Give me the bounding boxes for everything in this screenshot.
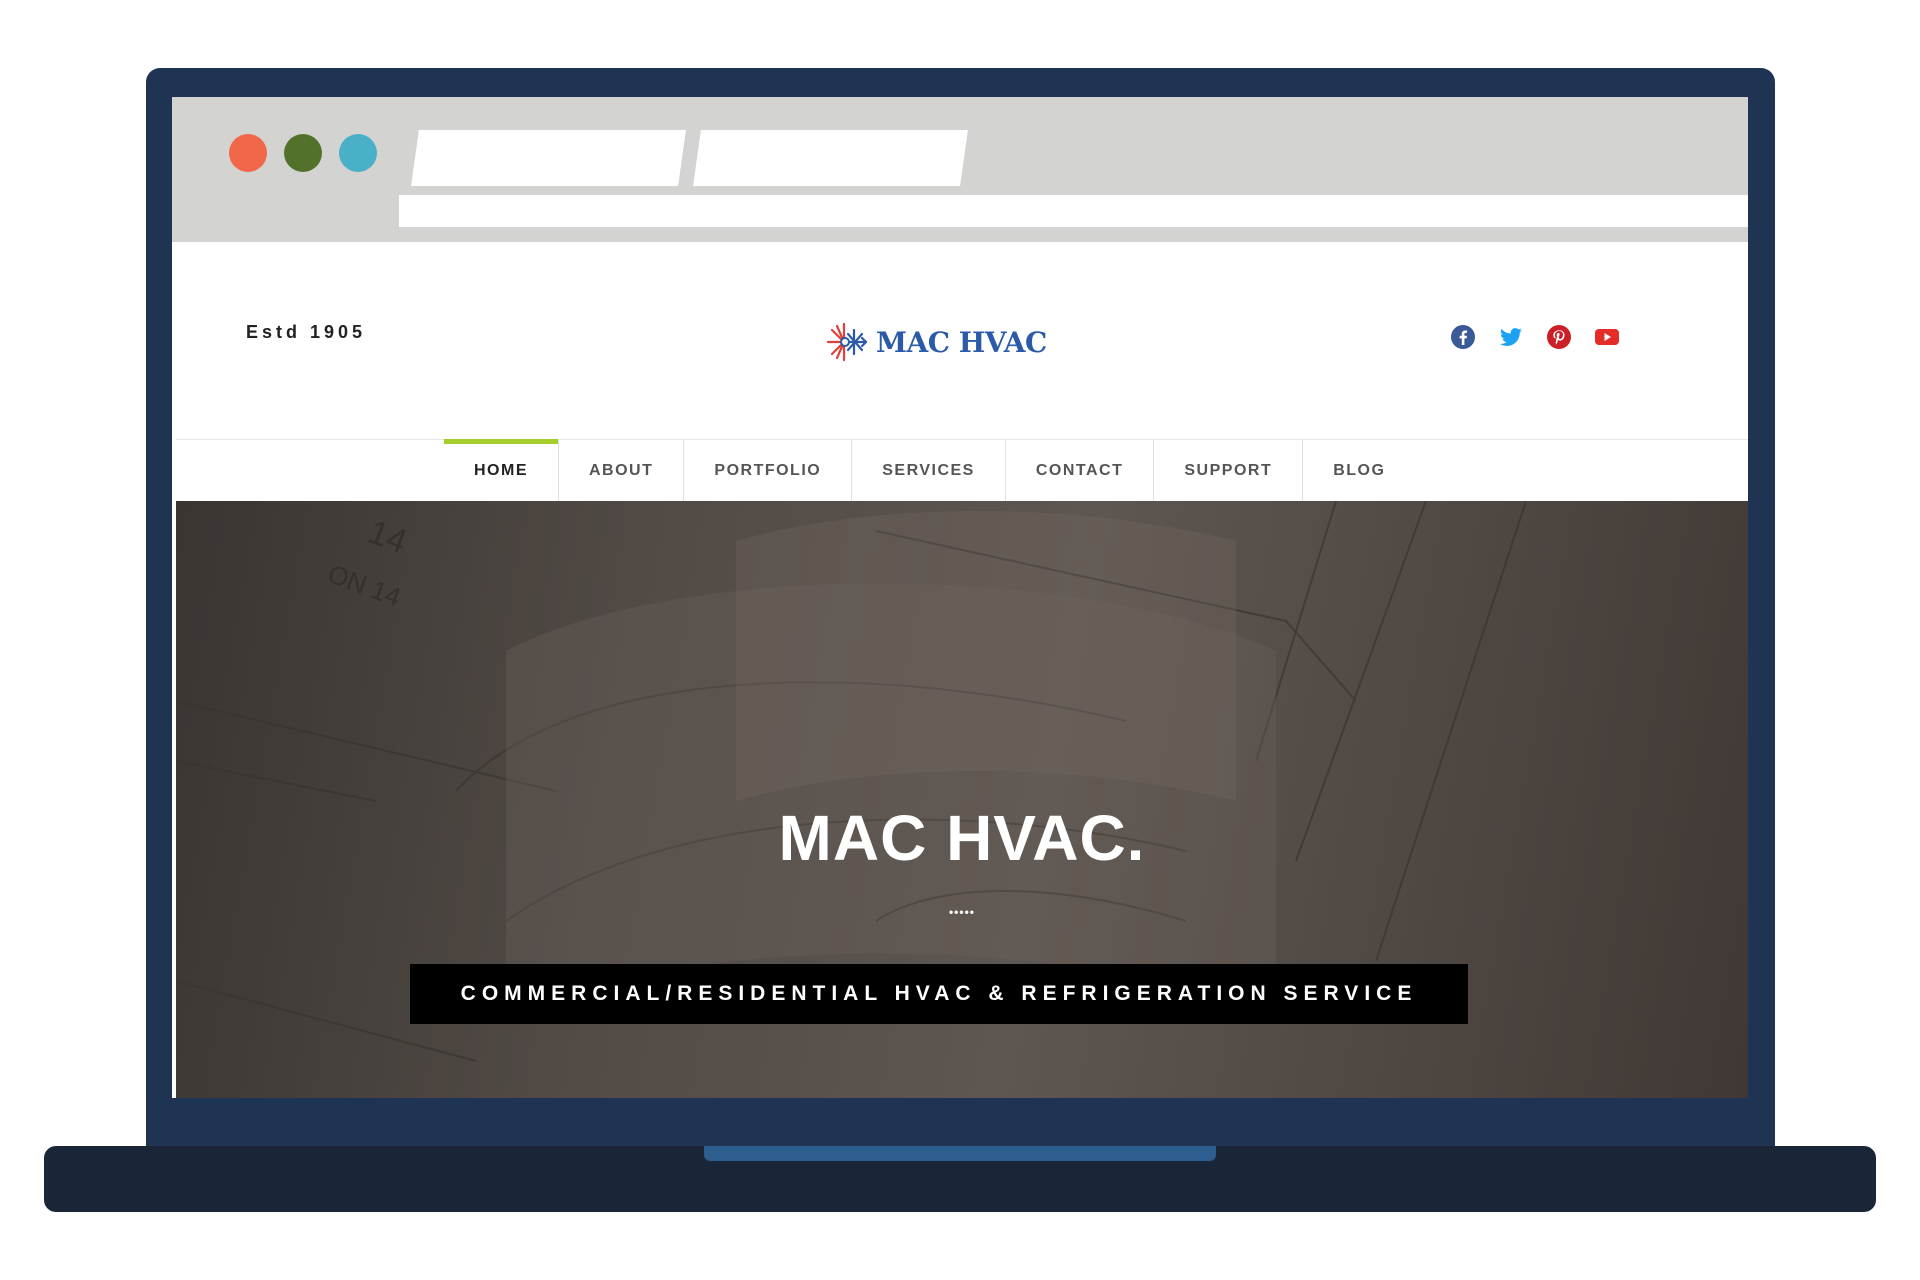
svg-text:14: 14 bbox=[363, 513, 412, 562]
youtube-icon[interactable] bbox=[1594, 324, 1620, 350]
address-bar[interactable] bbox=[399, 195, 1748, 227]
facebook-icon[interactable] bbox=[1450, 324, 1476, 350]
hero-subtitle-banner: COMMERCIAL/RESIDENTIAL HVAC & REFRIGERAT… bbox=[410, 964, 1468, 1024]
established-text: Estd 1905 bbox=[246, 322, 367, 342]
social-links bbox=[1450, 324, 1620, 350]
minimize-window-dot[interactable] bbox=[284, 134, 322, 172]
snowflake-sun-icon bbox=[826, 322, 868, 362]
hero-section: 14 ON 14 MAC HVAC. ••••• COMMERCIAL/RESI… bbox=[176, 501, 1748, 1098]
maximize-window-dot[interactable] bbox=[339, 134, 377, 172]
browser-toolbar bbox=[172, 97, 1748, 242]
nav-item-services[interactable]: SERVICES bbox=[852, 440, 1006, 502]
close-window-dot[interactable] bbox=[229, 134, 267, 172]
nav-item-home[interactable]: HOME bbox=[444, 439, 559, 502]
hero-title: MAC HVAC. bbox=[778, 802, 1146, 874]
twitter-icon[interactable] bbox=[1498, 324, 1524, 350]
site-logo[interactable]: MAC HVAC bbox=[824, 318, 1047, 366]
main-navigation: HOME ABOUT PORTFOLIO SERVICES CONTACT SUPPORT… bbox=[176, 439, 1748, 502]
browser-tab[interactable] bbox=[411, 130, 686, 186]
hero-divider: ••••• bbox=[948, 905, 975, 919]
nav-item-about[interactable]: ABOUT bbox=[559, 440, 685, 502]
nav-item-contact[interactable]: CONTACT bbox=[1006, 440, 1155, 502]
pinterest-icon[interactable] bbox=[1546, 324, 1572, 350]
browser-tab[interactable] bbox=[693, 130, 968, 186]
browser-window: Estd 1905 MAC HVAC HOME ABOUT PORTFOLIO … bbox=[172, 97, 1748, 1098]
svg-text:ON 14: ON 14 bbox=[324, 558, 405, 612]
site-header: Estd 1905 MAC HVAC bbox=[176, 242, 1748, 439]
nav-item-support[interactable]: SUPPORT bbox=[1154, 440, 1304, 502]
laptop-notch bbox=[704, 1146, 1216, 1161]
nav-item-portfolio[interactable]: PORTFOLIO bbox=[684, 440, 853, 502]
nav-item-blog[interactable]: BLOG bbox=[1303, 440, 1415, 502]
hero-subtitle: COMMERCIAL/RESIDENTIAL HVAC & REFRIGERAT… bbox=[460, 982, 1418, 1005]
logo-text: MAC HVAC bbox=[876, 325, 1047, 359]
